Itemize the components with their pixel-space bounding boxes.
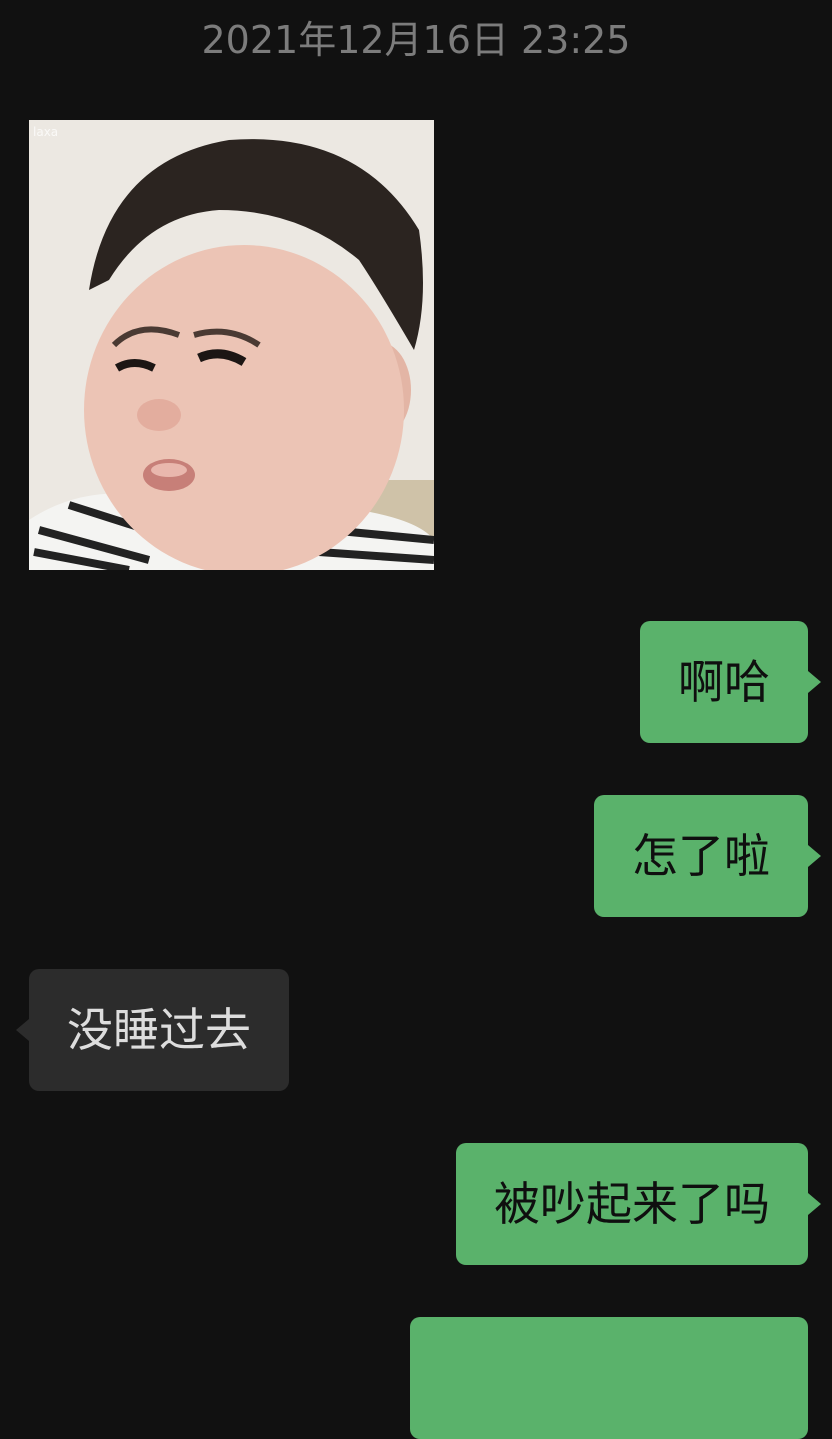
message-bubble-outgoing[interactable]: 被吵起来了吗 (456, 1143, 821, 1265)
baby-frown-sticker-icon: laxa (29, 120, 434, 570)
message-text: 没睡过去 (67, 1003, 251, 1057)
bubble-tail (16, 1019, 29, 1041)
message-text: 怎了啦 (632, 829, 770, 883)
bubble-tail (808, 1193, 821, 1215)
sticker-image[interactable]: laxa (29, 120, 434, 570)
message-bubble-outgoing-partial[interactable] (410, 1317, 808, 1439)
message-text: 被吵起来了吗 (494, 1177, 770, 1231)
message-bubble-incoming[interactable]: 没睡过去 (16, 969, 289, 1091)
bubble-tail (808, 845, 821, 867)
sticker-watermark: laxa (33, 125, 58, 139)
bubble-tail (808, 671, 821, 693)
message-bubble-outgoing[interactable]: 啊哈 (640, 621, 821, 743)
message-bubble-outgoing[interactable]: 怎了啦 (594, 795, 821, 917)
chat-timestamp: 2021年12月16日 23:25 (201, 18, 631, 62)
message-text: 啊哈 (678, 655, 770, 709)
